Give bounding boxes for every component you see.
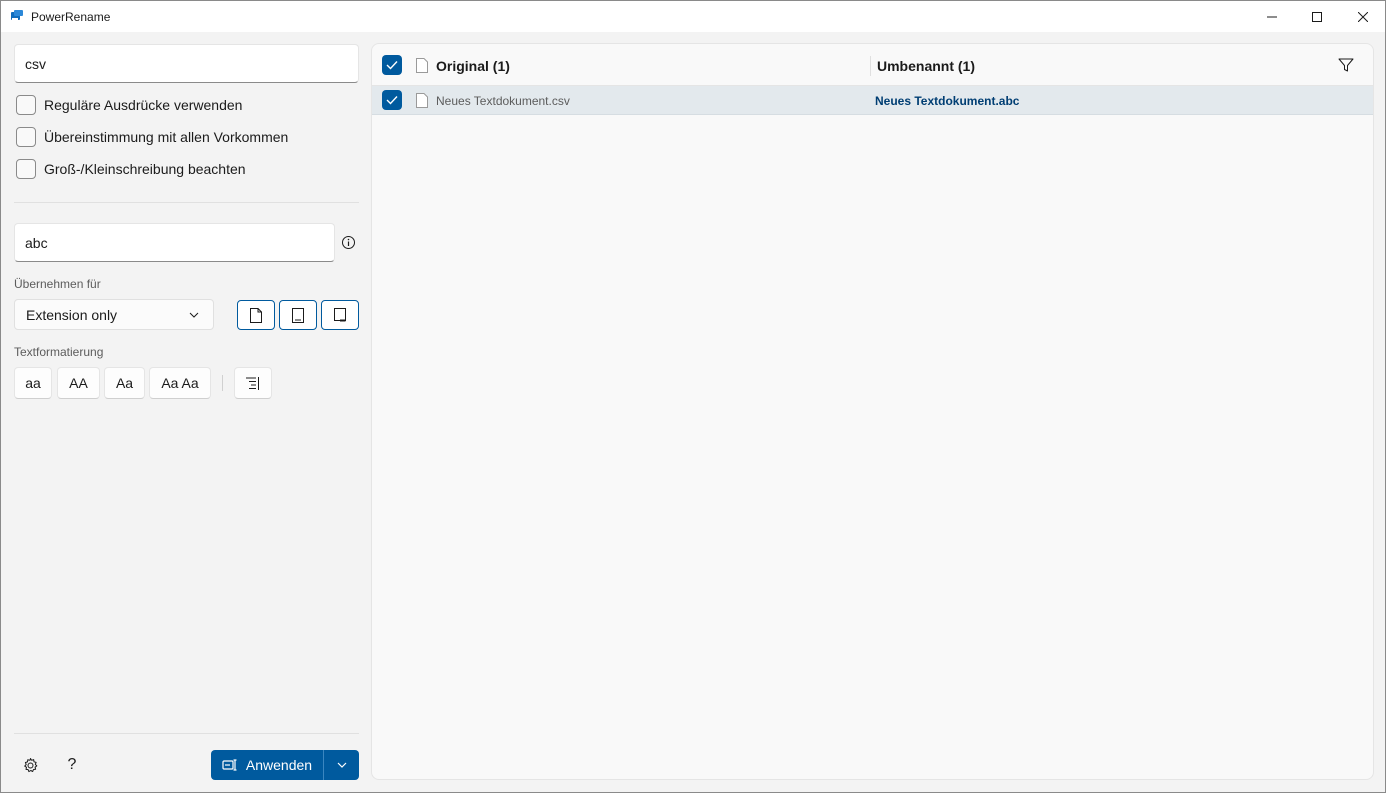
case-sensitive-checkbox[interactable]	[16, 159, 36, 179]
apply-split-button[interactable]: Anwenden	[211, 750, 359, 780]
text-format-caption: Textformatierung	[14, 345, 104, 359]
list-item[interactable]: Neues Textdokument.csv Neues Textdokumen…	[372, 86, 1373, 115]
maximize-button[interactable]	[1294, 1, 1340, 32]
include-subfolders-toggle[interactable]	[321, 300, 359, 330]
checkmark-icon	[386, 61, 398, 70]
apply-to-caption: Übernehmen für	[14, 277, 101, 291]
close-button[interactable]	[1340, 1, 1386, 32]
powerrename-app-icon	[10, 9, 24, 23]
settings-button[interactable]	[14, 749, 46, 781]
rename-icon	[222, 759, 237, 771]
replace-input[interactable]: abc	[14, 223, 335, 262]
title-bar[interactable]: PowerRename	[1, 1, 1385, 32]
list-header: Original (1) Umbenannt (1)	[372, 44, 1373, 86]
options-pane: csv Reguläre Ausdrücke verwenden Überein…	[1, 32, 371, 792]
filter-icon[interactable]	[1338, 57, 1354, 73]
close-icon	[1358, 11, 1368, 22]
file-icon	[416, 93, 428, 108]
minimize-button[interactable]	[1249, 1, 1295, 32]
select-all-checkbox[interactable]	[382, 55, 402, 75]
powerrename-window: PowerRename csv Reguläre Ausdrücke verwe…	[0, 0, 1386, 793]
column-divider	[870, 56, 871, 76]
original-filename: Neues Textdokument.csv	[436, 94, 570, 108]
match-all-label: Übereinstimmung mit allen Vorkommen	[44, 129, 289, 145]
file-icon	[416, 58, 428, 73]
include-subfolders-icon	[334, 307, 346, 321]
renamed-filename: Neues Textdokument.abc	[875, 94, 1020, 108]
divider	[14, 733, 359, 734]
minimize-icon	[1267, 16, 1277, 17]
include-folders-toggle[interactable]	[279, 300, 317, 330]
include-files-icon	[250, 307, 262, 323]
apply-to-selected: Extension only	[26, 306, 118, 323]
match-all-option[interactable]: Übereinstimmung mit allen Vorkommen	[16, 127, 288, 147]
gear-icon	[23, 757, 37, 772]
case-sensitive-label: Groß-/Kleinschreibung beachten	[44, 161, 246, 177]
capitalize-words-button[interactable]: Aa Aa	[149, 367, 211, 399]
apply-options-button[interactable]	[324, 750, 359, 780]
regex-option[interactable]: Reguläre Ausdrücke verwenden	[16, 95, 242, 115]
divider	[14, 202, 359, 203]
apply-label: Anwenden	[245, 757, 313, 773]
file-list: Original (1) Umbenannt (1) Neues Textdok…	[371, 43, 1374, 780]
maximize-icon	[1312, 11, 1322, 22]
renamed-column-header[interactable]: Umbenannt (1)	[877, 58, 975, 74]
case-sensitive-option[interactable]: Groß-/Kleinschreibung beachten	[16, 159, 246, 179]
apply-button[interactable]: Anwenden	[211, 750, 324, 780]
enumerate-items-icon	[246, 376, 259, 390]
lowercase-button[interactable]: aa	[14, 367, 52, 399]
search-input[interactable]: csv	[14, 44, 359, 83]
chevron-down-icon	[337, 762, 346, 768]
match-all-checkbox[interactable]	[16, 127, 36, 147]
titlecase-button[interactable]: Aa	[104, 367, 145, 399]
enumerate-items-button[interactable]	[234, 367, 272, 399]
uppercase-button[interactable]: AA	[57, 367, 100, 399]
help-button[interactable]: ?	[56, 749, 88, 781]
chevron-down-icon	[189, 312, 199, 318]
original-column-header[interactable]: Original (1)	[436, 58, 510, 74]
apply-to-dropdown[interactable]: Extension only	[14, 299, 214, 330]
window-title: PowerRename	[31, 10, 111, 24]
item-checkbox[interactable]	[382, 90, 402, 110]
divider	[222, 375, 223, 391]
info-icon[interactable]	[341, 235, 356, 250]
include-files-toggle[interactable]	[237, 300, 275, 330]
regex-checkbox[interactable]	[16, 95, 36, 115]
include-folders-icon	[292, 307, 304, 323]
regex-label: Reguläre Ausdrücke verwenden	[44, 97, 243, 113]
checkmark-icon	[386, 96, 398, 105]
